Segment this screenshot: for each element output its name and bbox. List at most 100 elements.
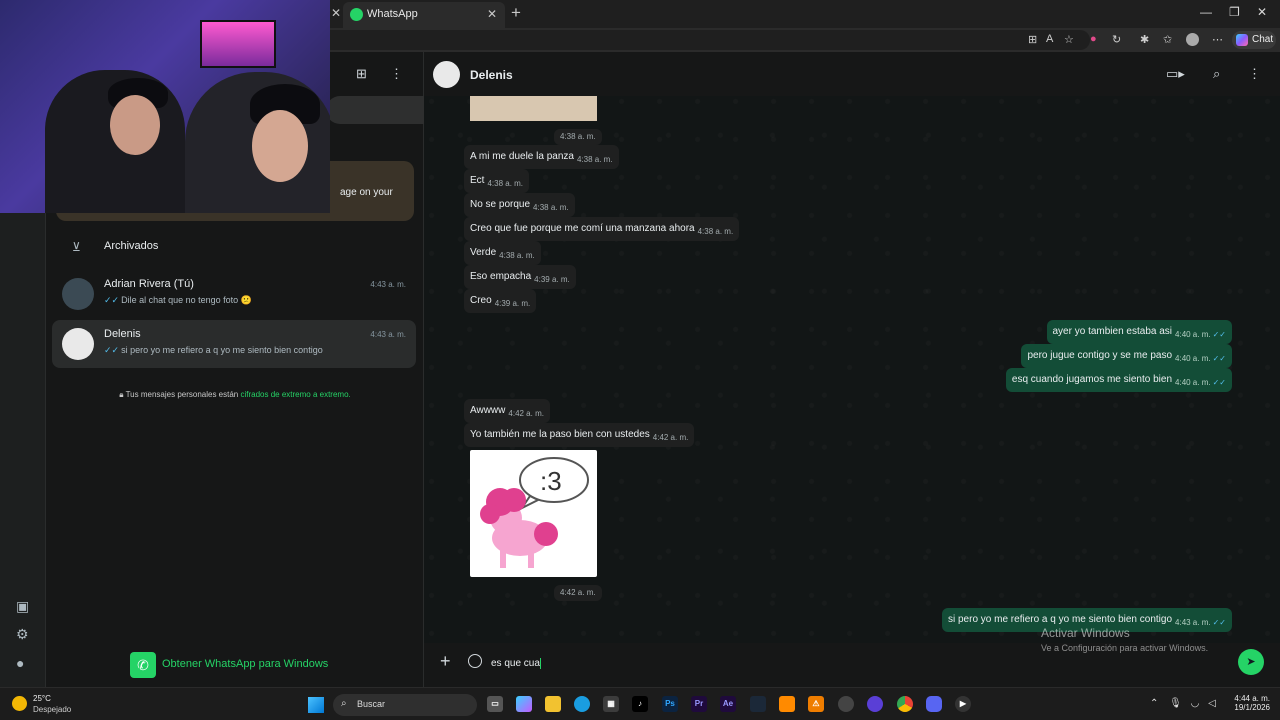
message-text: Eso empacha [470,271,532,282]
message-time: 4:38 a. m. [487,179,524,188]
task-view-icon[interactable]: ▭ [487,696,503,712]
minimize-icon[interactable]: — [1200,5,1212,19]
extension-icon[interactable]: ● [1090,33,1097,45]
app-icon[interactable] [838,696,854,712]
app-icon[interactable] [779,696,795,712]
message-time: 4:38 a. m. [499,251,535,260]
close-tab-icon[interactable]: ✕ [331,6,341,20]
file-explorer-icon[interactable] [545,696,561,712]
sticker-message[interactable]: :3 [470,450,597,577]
close-window-icon[interactable]: ✕ [1257,5,1267,19]
message-text: Creo que fue porque me comí una manzana … [470,223,695,234]
contact-avatar[interactable] [433,61,460,88]
chat-name: Adrian Rivera (Tú) [104,278,194,290]
steam-icon[interactable] [750,696,766,712]
search-icon[interactable]: ⌕ [1213,66,1220,82]
profile-avatar-icon[interactable] [1186,33,1199,46]
message-incoming: Ect 4:38 a. m. [464,169,530,193]
media-player-icon[interactable]: ▶ [955,696,971,712]
message-time: 4:38 a. m. [533,203,569,212]
edge-browser-icon[interactable] [574,696,590,712]
settings-gear-icon[interactable]: ⚙ [16,626,29,643]
message-time: 4:42 a. m. [508,409,544,418]
read-ticks-icon: ✓✓ [1212,354,1226,363]
encryption-link[interactable]: cifrados de extremo a extremo. [240,390,350,399]
message-text: esq cuando jugamos me siento bien [1011,374,1173,385]
message-incoming: Awwww 4:42 a. m. [464,399,550,423]
new-chat-icon[interactable]: ⊞ [356,66,367,82]
chrome-icon[interactable] [897,696,913,712]
weather-condition: Despejado [33,705,72,714]
message-text: si pero yo me refiero a q yo me siento b… [948,614,1173,625]
photoshop-icon[interactable]: Ps [662,696,678,712]
after-effects-icon[interactable]: Ae [720,696,736,712]
close-tab-icon[interactable]: ✕ [487,7,497,21]
menu-dots-icon[interactable]: ⋮ [390,66,403,82]
premiere-icon[interactable]: Pr [691,696,707,712]
whatsapp-logo-icon: ✆ [130,652,156,678]
taskbar-search[interactable]: ⌕ Buscar [333,694,477,716]
person-right-face [252,110,308,182]
contact-name[interactable]: Delenis [470,68,513,82]
app-icon[interactable]: ⚠ [808,696,824,712]
profile-icon[interactable]: ● [16,655,24,671]
store-icon[interactable]: ▦ [603,696,619,712]
volume-icon[interactable]: ◁ [1208,698,1216,709]
conversation-header[interactable]: Delenis ▭▸ ⌕ ⋮ [424,52,1280,96]
chat-row-adrian[interactable]: Adrian Rivera (Tú) 4:43 a. m. ✓✓ Dile al … [52,270,416,318]
copilot-app-icon[interactable] [516,696,532,712]
conversation-panel: Delenis ▭▸ ⌕ ⋮ 4:38 a. m. A mi me duele … [424,52,1280,687]
message-text: Ect [470,175,485,186]
encryption-note: 🔒︎ Tus mensajes personales están cifrado… [46,390,424,400]
image-message[interactable] [470,96,597,121]
wall-poster-image [200,20,276,68]
read-ticks-icon: ✓✓ [104,345,120,355]
video-call-icon[interactable]: ▭▸ [1166,66,1185,82]
message-time: 4:38 a. m. [554,129,602,145]
attach-plus-icon[interactable]: + [440,651,451,672]
wifi-icon[interactable]: ◡ [1191,698,1200,709]
message-input-value: es que cua [491,658,540,670]
taskbar-search-label: Buscar [357,699,386,709]
new-tab-icon[interactable]: + [511,3,521,23]
favorite-star-icon[interactable]: ☆ [1064,33,1074,46]
banner-text: age on your [340,187,393,198]
taskbar-clock[interactable]: 4:44 a. m. 19/1/2026 [1230,694,1270,712]
message-input[interactable]: es que cua [491,658,541,669]
person-left-face [110,95,160,155]
send-icon[interactable]: ➤ [1238,649,1264,675]
start-windows-icon[interactable] [308,697,324,713]
message-incoming: A mi me duele la panza 4:38 a. m. [464,145,619,169]
clock-time: 4:44 a. m. [1234,694,1270,703]
message-text: pero jugue contigo y se me paso [1027,350,1173,361]
tray-chevron-icon[interactable]: ⌃ [1150,698,1158,709]
media-icon[interactable]: ▣ [16,598,29,615]
chat-name: Delenis [104,328,141,340]
message-time: 4:40 a. m. [1175,354,1211,363]
discord-icon[interactable] [926,696,942,712]
more-options-icon[interactable]: ⋯ [1212,33,1223,46]
activate-windows-watermark: Activar Windows Ve a Configuración para … [1041,626,1208,653]
menu-dots-icon[interactable]: ⋮ [1248,66,1261,82]
message-time: 4:39 a. m. [494,299,531,308]
emoji-sticker-icon[interactable] [468,654,482,668]
refresh-icon[interactable]: ↻ [1112,33,1121,46]
tab-whatsapp[interactable]: WhatsApp ✕ [343,2,505,28]
app-available-icon[interactable]: ⊞ [1028,33,1037,46]
message-text: No se porque [470,199,531,210]
chat-button-label: Chat [1252,34,1274,45]
message-time: 4:42 a. m. [652,433,689,442]
tiktok-icon[interactable]: ♪ [632,696,648,712]
message-incoming: Verde 4:38 a. m. [464,241,541,265]
restore-icon[interactable]: ❐ [1229,5,1240,19]
favorites-icon[interactable]: ✩ [1163,33,1172,46]
copilot-chat-button[interactable]: Chat [1232,31,1276,49]
chat-row-delenis[interactable]: Delenis 4:43 a. m. ✓✓ si pero yo me refie… [52,320,416,368]
message-outgoing: ayer yo tambien estaba asi 4:40 a. m. ✓✓ [1046,320,1232,344]
extensions-icon[interactable]: ✱ [1140,33,1149,46]
microphone-icon[interactable]: 🎙︎ [1169,698,1182,709]
archived-row[interactable]: ⊻ Archivados [46,230,424,264]
message-incoming: Creo 4:39 a. m. [464,289,537,313]
read-aloud-icon[interactable]: A [1046,33,1053,45]
app-icon[interactable] [867,696,883,712]
